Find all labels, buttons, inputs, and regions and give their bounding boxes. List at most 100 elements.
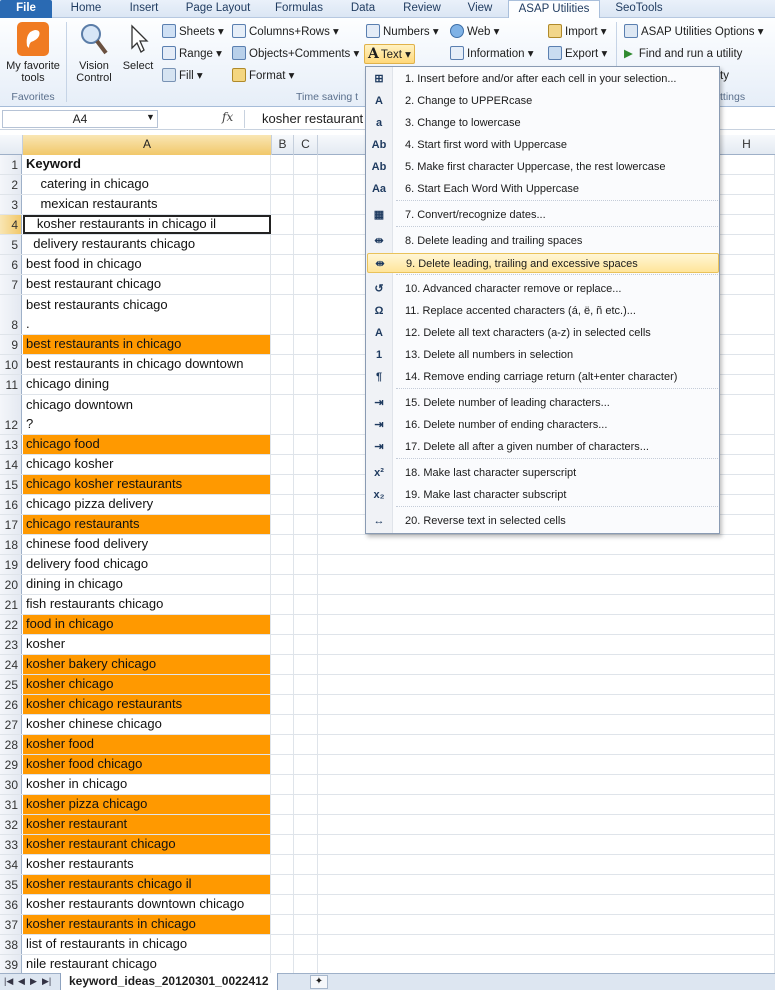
row-header[interactable]: 4: [0, 215, 22, 234]
row-header[interactable]: 13: [0, 435, 22, 454]
select-all-corner[interactable]: [0, 135, 23, 155]
cell-a[interactable]: kosher restaurants chicago il: [23, 875, 271, 894]
grid-cell[interactable]: [272, 755, 294, 774]
menu-item-8[interactable]: ⇹ 8. Delete leading and trailing spaces: [367, 231, 719, 251]
row-header[interactable]: 16: [0, 495, 22, 514]
grid-cell[interactable]: [294, 275, 318, 294]
cell-a[interactable]: chicago food: [23, 435, 271, 454]
cell-a[interactable]: dining in chicago: [23, 575, 271, 594]
grid-cell[interactable]: [718, 795, 775, 814]
grid-cell[interactable]: [294, 735, 318, 754]
row-header[interactable]: 15: [0, 475, 22, 494]
grid-cell[interactable]: [272, 575, 294, 594]
tab-insert[interactable]: Insert: [118, 0, 170, 18]
grid-cell[interactable]: [718, 555, 775, 574]
row-header[interactable]: 11: [0, 375, 22, 394]
grid-cell[interactable]: [294, 235, 318, 254]
tab-asap-utilities[interactable]: ASAP Utilities: [508, 0, 600, 19]
row-header[interactable]: 34: [0, 855, 22, 874]
grid-cell[interactable]: [294, 575, 318, 594]
grid-cell[interactable]: [718, 695, 775, 714]
menu-item-13[interactable]: 1 13. Delete all numbers in selection: [367, 345, 719, 365]
row-header[interactable]: 21: [0, 595, 22, 614]
column-header-a[interactable]: A: [23, 135, 272, 155]
grid-cell[interactable]: [718, 675, 775, 694]
fx-icon[interactable]: fx: [222, 110, 233, 124]
cell-a[interactable]: chinese food delivery: [23, 535, 271, 554]
menu-item-14[interactable]: ¶ 14. Remove ending carriage return (alt+…: [367, 367, 719, 387]
first-sheet-icon[interactable]: |◀: [4, 976, 13, 987]
menu-item-12[interactable]: A 12. Delete all text characters (a-z) in…: [367, 323, 719, 343]
grid-cell[interactable]: [718, 755, 775, 774]
menu-item-15[interactable]: ⇥ 15. Delete number of leading characters…: [367, 393, 719, 413]
export-button[interactable]: Export ▾: [548, 44, 607, 64]
grid-cell[interactable]: [294, 555, 318, 574]
row-header[interactable]: 1: [0, 155, 22, 174]
cell-a[interactable]: kosher restaurants downtown chicago: [23, 895, 271, 914]
cell-a[interactable]: catering in chicago: [23, 175, 271, 194]
row-header[interactable]: 10: [0, 355, 22, 374]
row-header[interactable]: 27: [0, 715, 22, 734]
prev-sheet-icon[interactable]: ◀: [18, 976, 25, 987]
grid-cell[interactable]: [272, 295, 294, 334]
name-box-dropdown-icon[interactable]: ▼: [146, 112, 155, 122]
grid-cell[interactable]: [718, 195, 775, 214]
grid-cell[interactable]: [272, 615, 294, 634]
sheet-tab[interactable]: keyword_ideas_20120301_0022412: [60, 973, 278, 990]
grid-cell[interactable]: [294, 935, 318, 954]
grid-cell[interactable]: [718, 435, 775, 454]
cell-a[interactable]: kosher chicago: [23, 675, 271, 694]
grid-cell[interactable]: [272, 635, 294, 654]
grid-cell[interactable]: [294, 915, 318, 934]
menu-item-5[interactable]: Ab 5. Make first character Uppercase, the…: [367, 157, 719, 177]
grid-cell[interactable]: [718, 275, 775, 294]
cell-a[interactable]: kosher pizza chicago: [23, 795, 271, 814]
cell-a[interactable]: chicago downtown ?: [23, 395, 271, 434]
tab-data[interactable]: Data: [340, 0, 386, 18]
row-header[interactable]: 23: [0, 635, 22, 654]
grid-cell[interactable]: [718, 875, 775, 894]
grid-cell[interactable]: [294, 595, 318, 614]
grid-cell[interactable]: [718, 935, 775, 954]
row-header[interactable]: 38: [0, 935, 22, 954]
row-header[interactable]: 5: [0, 235, 22, 254]
grid-cell[interactable]: [718, 155, 775, 174]
grid-cell[interactable]: [294, 515, 318, 534]
row-header[interactable]: 37: [0, 915, 22, 934]
grid-cell[interactable]: [718, 595, 775, 614]
grid-cell[interactable]: [294, 755, 318, 774]
columns-rows-button[interactable]: Columns+Rows ▾: [232, 22, 339, 42]
grid-cell[interactable]: [272, 355, 294, 374]
menu-item-18[interactable]: x² 18. Make last character superscript: [367, 463, 719, 483]
cell-a[interactable]: kosher restaurants in chicago: [23, 915, 271, 934]
column-header-b[interactable]: B: [272, 135, 294, 155]
menu-item-20[interactable]: ↔ 20. Reverse text in selected cells: [367, 511, 719, 531]
grid-cell[interactable]: [272, 715, 294, 734]
grid-cell[interactable]: [272, 175, 294, 194]
grid-cell[interactable]: [718, 615, 775, 634]
grid-cell[interactable]: [718, 775, 775, 794]
grid-cell[interactable]: [272, 775, 294, 794]
grid-cell[interactable]: [272, 595, 294, 614]
cell-a[interactable]: best restaurant chicago: [23, 275, 271, 294]
grid-cell[interactable]: [272, 795, 294, 814]
menu-item-10[interactable]: ↺ 10. Advanced character remove or replac…: [367, 279, 719, 299]
grid-cell[interactable]: [294, 635, 318, 654]
grid-cell[interactable]: [294, 655, 318, 674]
grid-cell[interactable]: [272, 535, 294, 554]
grid-cell[interactable]: [272, 335, 294, 354]
cell-a[interactable]: chicago kosher: [23, 455, 271, 474]
grid-cell[interactable]: [718, 515, 775, 534]
row-header[interactable]: 36: [0, 895, 22, 914]
grid-cell[interactable]: [272, 675, 294, 694]
row-header[interactable]: 14: [0, 455, 22, 474]
grid-cell[interactable]: [272, 855, 294, 874]
grid-cell[interactable]: [718, 335, 775, 354]
menu-item-1[interactable]: ⊞ 1. Insert before and/or after each cell…: [367, 69, 719, 89]
my-favorite-tools-button[interactable]: My favorite tools: [2, 22, 64, 84]
grid-cell[interactable]: [272, 735, 294, 754]
grid-cell[interactable]: [272, 815, 294, 834]
grid-cell[interactable]: [272, 915, 294, 934]
cell-a[interactable]: food in chicago: [23, 615, 271, 634]
select-button[interactable]: Select: [118, 22, 158, 72]
